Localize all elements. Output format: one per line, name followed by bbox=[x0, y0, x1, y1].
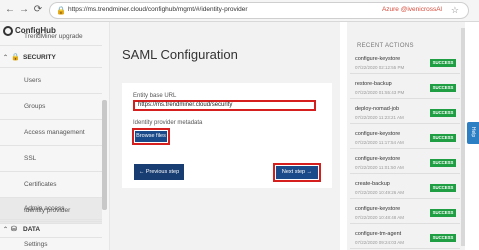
previous-step-button[interactable]: ← Previous step bbox=[134, 164, 184, 180]
status-badge: SUCCESS bbox=[430, 134, 456, 142]
help-label: Help bbox=[470, 126, 477, 138]
browse-files-button[interactable]: Browse files bbox=[132, 128, 170, 145]
sidebar-item-trendminer-upgrade[interactable]: TrendMiner upgrade bbox=[0, 28, 102, 46]
sidebar-item-certificates[interactable]: Certificates bbox=[0, 172, 102, 198]
sidebar-item-label: Users bbox=[24, 77, 41, 84]
address-bar[interactable]: 🔒 https://ms.trendminer.cloud/confighub/… bbox=[49, 2, 469, 19]
sidebar-item-groups[interactable]: Groups bbox=[0, 94, 102, 120]
recent-action-item[interactable]: restore-backup 07/22/2020 01:55:43 PM SU… bbox=[350, 78, 460, 99]
entity-url-input[interactable]: https://ms.trendminer.cloud/security bbox=[133, 100, 316, 111]
status-badge: SUCCESS bbox=[430, 59, 456, 67]
sidebar-group-security[interactable]: ⌃ 🔒 SECURITY bbox=[0, 48, 102, 68]
sidebar-item-label: Groups bbox=[24, 103, 46, 110]
action-time: 07/22/2020 10:49:26 AM bbox=[355, 190, 405, 195]
sidebar-group-label: DATA bbox=[23, 226, 41, 233]
status-badge: SUCCESS bbox=[430, 159, 456, 167]
recent-action-item[interactable]: configure-tm-agent 07/22/2020 09:24:03 A… bbox=[350, 228, 460, 249]
action-name: deploy-nomad-job bbox=[355, 106, 400, 112]
sidebar-item-label: Certificates bbox=[24, 181, 57, 188]
next-step-button[interactable]: Next step → bbox=[273, 163, 321, 182]
chevron-up-icon: ⌃ bbox=[3, 227, 9, 233]
sidebar-item-ssl[interactable]: SSL bbox=[0, 146, 102, 172]
recent-action-item[interactable]: configure-keystore 07/22/2020 10:48:48 A… bbox=[350, 203, 460, 224]
previous-step-label: Previous step bbox=[145, 169, 180, 175]
tenant-label: Azure @ivenicrossAl bbox=[381, 6, 442, 13]
recent-action-item[interactable]: deploy-nomad-job 07/22/2020 11:23:21 AM … bbox=[350, 103, 460, 124]
sidebar-item-label: Settings bbox=[24, 241, 48, 248]
action-time: 07/22/2020 11:17:54 AM bbox=[355, 140, 404, 145]
status-badge: SUCCESS bbox=[430, 84, 456, 92]
sidebar-scrollbar[interactable] bbox=[102, 100, 107, 210]
entity-url-label: Entity base URL bbox=[133, 93, 177, 99]
action-time: 07/22/2020 09:24:03 AM bbox=[355, 240, 405, 245]
lock-icon: 🔒 bbox=[56, 6, 66, 15]
page-title: SAML Configuration bbox=[122, 47, 238, 62]
action-name: configure-tm-agent bbox=[355, 231, 402, 237]
recent-action-item[interactable]: create-backup 07/22/2020 10:49:26 AM SUC… bbox=[350, 178, 460, 199]
database-icon: ⛁ bbox=[11, 226, 17, 233]
metadata-label: Identity provider metadata bbox=[133, 120, 203, 126]
status-badge: SUCCESS bbox=[430, 209, 456, 217]
action-name: restore-backup bbox=[355, 81, 392, 87]
sidebar-item-users[interactable]: Users bbox=[0, 68, 102, 94]
action-name: configure-keystore bbox=[355, 131, 401, 137]
action-name: create-backup bbox=[355, 181, 390, 187]
action-name: configure-keystore bbox=[355, 56, 401, 62]
sidebar-item-label: Access management bbox=[24, 129, 85, 136]
status-badge: SUCCESS bbox=[430, 184, 456, 192]
arrow-right-icon: → bbox=[306, 169, 313, 175]
browse-files-label: Browse files bbox=[135, 131, 167, 142]
status-badge: SUCCESS bbox=[430, 234, 456, 242]
forward-icon[interactable]: → bbox=[17, 3, 31, 17]
action-time: 07/22/2020 10:48:48 AM bbox=[355, 215, 405, 220]
action-time: 07/22/2020 11:23:21 AM bbox=[355, 115, 404, 120]
recent-action-item[interactable]: configure-keystore 07/22/2020 11:01:50 A… bbox=[350, 153, 460, 174]
address-url[interactable]: https://ms.trendminer.cloud/confighub/mg… bbox=[68, 6, 248, 13]
sidebar-item-settings[interactable]: Settings bbox=[0, 238, 102, 250]
sidebar-item-admin-access[interactable]: Admin access bbox=[0, 198, 102, 220]
star-icon[interactable]: ☆ bbox=[451, 5, 459, 16]
browser-toolbar: ← → ⟳ 🔒 https://ms.trendminer.cloud/conf… bbox=[0, 0, 479, 22]
next-step-label: Next step bbox=[281, 169, 306, 175]
recent-actions-title: RECENT ACTIONS bbox=[357, 43, 414, 49]
sidebar-item-access-management[interactable]: Access management bbox=[0, 120, 102, 146]
sidebar-item-label: SSL bbox=[24, 155, 37, 162]
recent-action-item[interactable]: configure-keystore 07/22/2020 11:17:54 A… bbox=[350, 128, 460, 149]
sidebar-group-data[interactable]: ⌃ ⛁ DATA bbox=[0, 220, 102, 238]
chevron-up-icon: ⌃ bbox=[3, 55, 9, 61]
sidebar-group-label: SECURITY bbox=[23, 54, 56, 61]
recent-action-item[interactable]: configure-keystore 07/22/2020 02:12:55 P… bbox=[350, 53, 460, 74]
action-name: configure-keystore bbox=[355, 156, 401, 162]
lock-icon: 🔒 bbox=[11, 54, 20, 61]
arrow-left-icon: ← bbox=[138, 169, 145, 175]
reload-icon[interactable]: ⟳ bbox=[31, 3, 45, 17]
action-time: 07/22/2020 11:01:50 AM bbox=[355, 165, 404, 170]
help-tab[interactable]: Help bbox=[467, 122, 479, 144]
action-name: configure-keystore bbox=[355, 206, 401, 212]
back-icon[interactable]: ← bbox=[3, 3, 17, 17]
recent-actions-scrollbar[interactable] bbox=[461, 28, 465, 246]
sidebar-item-label: TrendMiner upgrade bbox=[24, 33, 83, 40]
action-time: 07/22/2020 01:55:43 PM bbox=[355, 90, 405, 95]
status-badge: SUCCESS bbox=[430, 109, 456, 117]
sidebar-item-label: Admin access bbox=[24, 205, 65, 212]
action-time: 07/22/2020 02:12:55 PM bbox=[355, 65, 405, 70]
